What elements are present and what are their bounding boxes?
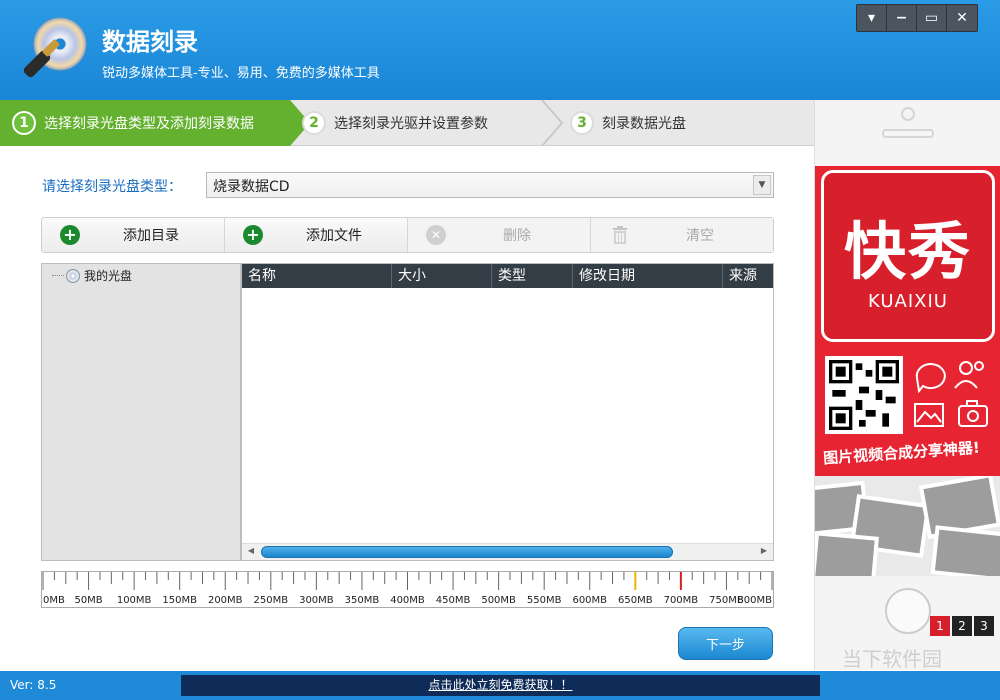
pager-item-1[interactable]: 1 [930,616,950,636]
add-directory-label: 添加目录 [123,228,179,244]
column-modified[interactable]: 修改日期 [573,264,723,288]
app-subtitle: 锐动多媒体工具-专业、易用、免费的多媒体工具 [102,66,380,81]
home-button-icon [885,588,931,634]
disc-icon [66,268,80,283]
toolbar: + 添加目录 + 添加文件 ✕ 删除 清空 [41,217,774,253]
horizontal-scrollbar[interactable]: ◀ ▶ [242,543,773,560]
ruler-label: 600MB [572,595,607,606]
ruler-label: 500MB [481,595,516,606]
step-2-label: 选择刻录光驱并设置参数 [334,116,488,132]
ruler-label: 800MB [737,595,772,606]
add-file-label: 添加文件 [306,228,362,244]
delete-button[interactable]: ✕ 删除 [408,218,591,252]
step-3-label: 刻录数据光盘 [602,116,686,132]
minimize-icon[interactable]: − [887,5,917,31]
pager-item-3[interactable]: 3 [974,616,994,636]
disc-type-value: 烧录数据CD [213,179,290,195]
capacity-ruler-graphic: 0MB 50MB 100MB 150MB 200MB 250MB 300MB 350MB 400… [42,572,773,606]
add-directory-button[interactable]: + 添加目录 [42,218,225,252]
step-2-number: 2 [302,111,326,135]
step-3-number: 3 [570,111,594,135]
scroll-left-icon[interactable]: ◀ [245,546,257,558]
ruler-label: 300MB [299,595,334,606]
step-3: 3 刻录数据光盘 [570,100,810,146]
app-title: 数据刻录 [102,28,198,56]
ruler-label: 100MB [117,595,152,606]
ruler-label: 700MB [664,595,699,606]
next-button[interactable]: 下一步 [678,627,773,660]
step-1-number: 1 [12,111,36,135]
disc-burn-icon [23,17,87,78]
close-icon[interactable]: ✕ [947,5,977,31]
ruler-label: 450MB [436,595,471,606]
ad-brand: 快秀 [843,215,972,288]
qr-code-icon [825,356,903,434]
disc-type-label: 请选择刻录光盘类型： [42,179,182,195]
delete-label: 删除 [503,228,531,244]
ruler-label: 550MB [527,595,562,606]
step-2: 2 选择刻录光驱并设置参数 [302,100,562,146]
ruler-label: 200MB [208,595,243,606]
scroll-right-icon[interactable]: ▶ [758,546,770,558]
ruler-label: 0MB [43,595,65,606]
ruler-label: 400MB [390,595,425,606]
maximize-icon[interactable]: ▭ [917,5,947,31]
promo-link[interactable]: 点击此处立刻免费获取！！ [181,675,820,696]
ad-panel: 快秀 KUAIXIU 图片视频合成分享神器! 1 2 3 [814,100,1000,670]
scrollbar-thumb[interactable] [261,546,673,558]
ruler-label: 50MB [74,595,102,606]
phone-speaker-icon [882,107,934,138]
tree-connector [52,275,64,276]
ruler-label: 250MB [254,595,289,606]
social-icons [914,361,988,427]
photo-collage-graphic [815,476,1000,576]
column-name[interactable]: 名称 [242,264,392,288]
ad-slogan: 图片视频合成分享神器! [822,438,981,468]
clear-button[interactable]: 清空 [591,218,773,252]
version-label: Ver: 8.5 [10,678,57,692]
pager-item-2[interactable]: 2 [952,616,972,636]
tree-item-my-disc[interactable]: 我的光盘 [52,267,132,284]
ruler-label: 350MB [345,595,380,606]
tree-item-label: 我的光盘 [84,269,133,283]
disc-type-select[interactable]: 烧录数据CD ▼ [206,172,774,198]
chevron-down-icon[interactable]: ▼ [753,175,771,195]
disc-tree: 我的光盘 [41,263,241,561]
step-1: 1 选择刻录光盘类型及添加刻录数据 [0,100,310,146]
column-type[interactable]: 类型 [492,264,573,288]
column-source[interactable]: 来源 [723,264,773,288]
watermark: 当下软件园 [820,640,1000,672]
list-header: 名称 大小 类型 修改日期 来源 [242,264,773,288]
ad-pager: 1 2 3 [930,616,994,636]
step-1-label: 选择刻录光盘类型及添加刻录数据 [44,116,254,132]
status-bar: Ver: 8.5 点击此处立刻免费获取！！ [0,671,1000,700]
ruler-label: 150MB [162,595,197,606]
window-controls: ▾ − ▭ ✕ [856,4,978,32]
ad-brand-sub: KUAIXIU [868,291,948,312]
watermark-text: 当下软件园 [842,647,942,671]
clear-label: 清空 [686,228,714,244]
column-size[interactable]: 大小 [392,264,492,288]
ad-banner[interactable]: 快秀 KUAIXIU 图片视频合成分享神器! [815,166,1000,576]
wizard-steps: 1 选择刻录光盘类型及添加刻录数据 2 选择刻录光驱并设置参数 3 刻录数据光盘 [0,100,814,146]
add-file-button[interactable]: + 添加文件 [225,218,408,252]
app-header: 数据刻录 锐动多媒体工具-专业、易用、免费的多媒体工具 ▾ − ▭ ✕ [0,0,1000,100]
capacity-ruler: 0MB 50MB 100MB 150MB 200MB 250MB 300MB 350MB 400… [41,571,774,608]
file-list: 名称 大小 类型 修改日期 来源 ◀ ▶ [241,263,774,561]
kuaixiu-logo: 快秀 KUAIXIU [821,170,995,342]
menu-icon[interactable]: ▾ [857,5,887,31]
ruler-label: 650MB [618,595,653,606]
